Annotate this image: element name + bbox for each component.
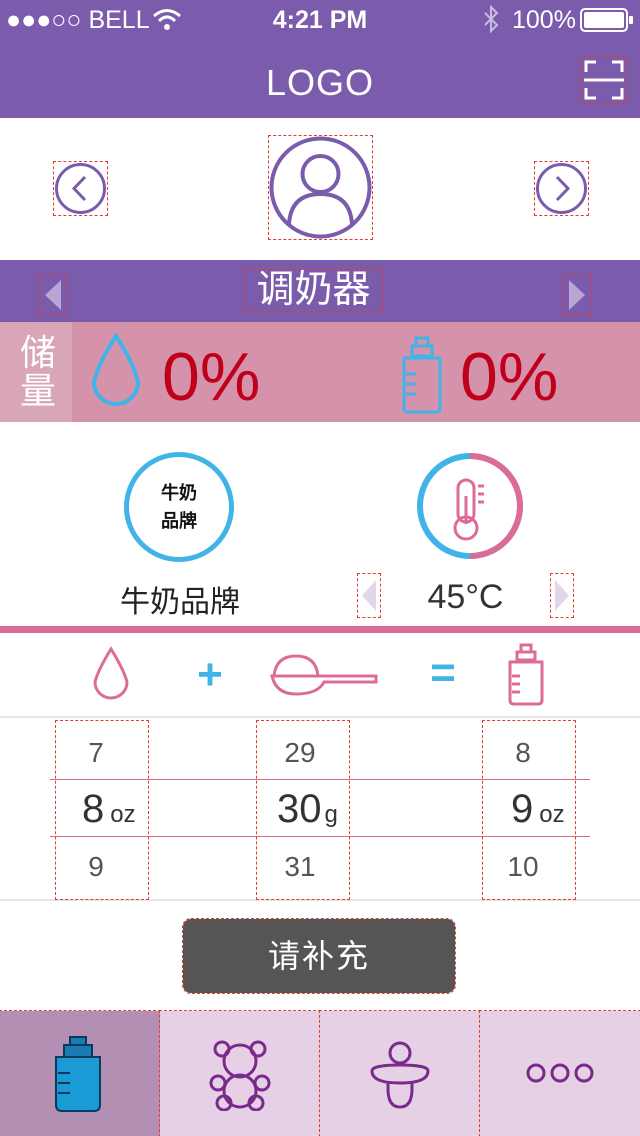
triangle-left-icon (45, 280, 61, 310)
next-profile-button[interactable] (534, 161, 589, 216)
water-drop-icon (91, 332, 141, 406)
water-drop-icon (93, 646, 129, 700)
tab-pacifier[interactable] (319, 1010, 481, 1136)
more-dots-icon (526, 1063, 594, 1083)
equals-sign: = (430, 648, 456, 697)
section-divider (0, 626, 640, 633)
temperature-value: 45°C (427, 578, 504, 616)
water-selected-value: 8 (82, 787, 105, 831)
pacifier-icon (370, 1041, 430, 1109)
powder-picker[interactable]: 29 30 g 31 (256, 720, 350, 900)
logo: LOGO (265, 62, 375, 103)
avatar[interactable] (268, 135, 373, 240)
thermometer-icon (453, 478, 484, 541)
baby-bottle-icon (508, 643, 544, 706)
storage-label: 储 量 (19, 332, 56, 411)
plus-sign: + (197, 650, 223, 699)
battery-icon (580, 8, 633, 32)
scan-icon (584, 60, 624, 100)
scan-button[interactable] (581, 57, 627, 103)
milk-selected-value: 9 (511, 787, 534, 831)
temperature-up-button[interactable] (550, 573, 574, 618)
battery-percent: 100% (512, 6, 576, 34)
tab-more[interactable] (479, 1010, 640, 1136)
prev-profile-button[interactable] (53, 161, 108, 216)
app-header: LOGO (0, 40, 640, 118)
picker-bottom-line (0, 899, 640, 901)
powder-selected-value: 30 (277, 787, 322, 831)
temperature-down-button[interactable] (357, 573, 381, 618)
scoop-icon (270, 654, 378, 696)
refill-button[interactable]: 请补充 (182, 918, 456, 994)
device-title: 调奶器 (244, 269, 383, 312)
brand-label: 牛奶品牌 (120, 586, 240, 619)
milk-picker[interactable]: 8 9 oz 10 (482, 720, 576, 900)
picker-top-line (0, 716, 640, 718)
status-bar: ●●●○○ BELL 4:21 PM 100% (0, 0, 640, 40)
bottle-tab-icon (55, 1036, 101, 1112)
temperature-gauge (417, 453, 523, 559)
chevron-left-icon (55, 163, 106, 214)
prev-device-button[interactable] (38, 275, 67, 315)
chevron-right-icon (536, 163, 587, 214)
triangle-right-icon (555, 580, 569, 611)
bluetooth-icon (484, 5, 499, 33)
milk-percent: 0% (460, 339, 559, 415)
user-avatar-icon (269, 136, 372, 239)
triangle-left-icon (362, 580, 376, 611)
water-percent: 0% (162, 339, 261, 415)
tab-teddy[interactable] (159, 1010, 321, 1136)
brand-badge[interactable]: 牛奶 品牌 (124, 452, 234, 562)
teddy-bear-icon (209, 1040, 271, 1111)
triangle-right-icon (569, 280, 585, 310)
tab-bottle[interactable] (0, 1010, 161, 1136)
next-device-button[interactable] (563, 275, 592, 315)
water-picker[interactable]: 7 8 oz 9 (55, 720, 149, 900)
milk-bottle-icon (402, 336, 442, 414)
